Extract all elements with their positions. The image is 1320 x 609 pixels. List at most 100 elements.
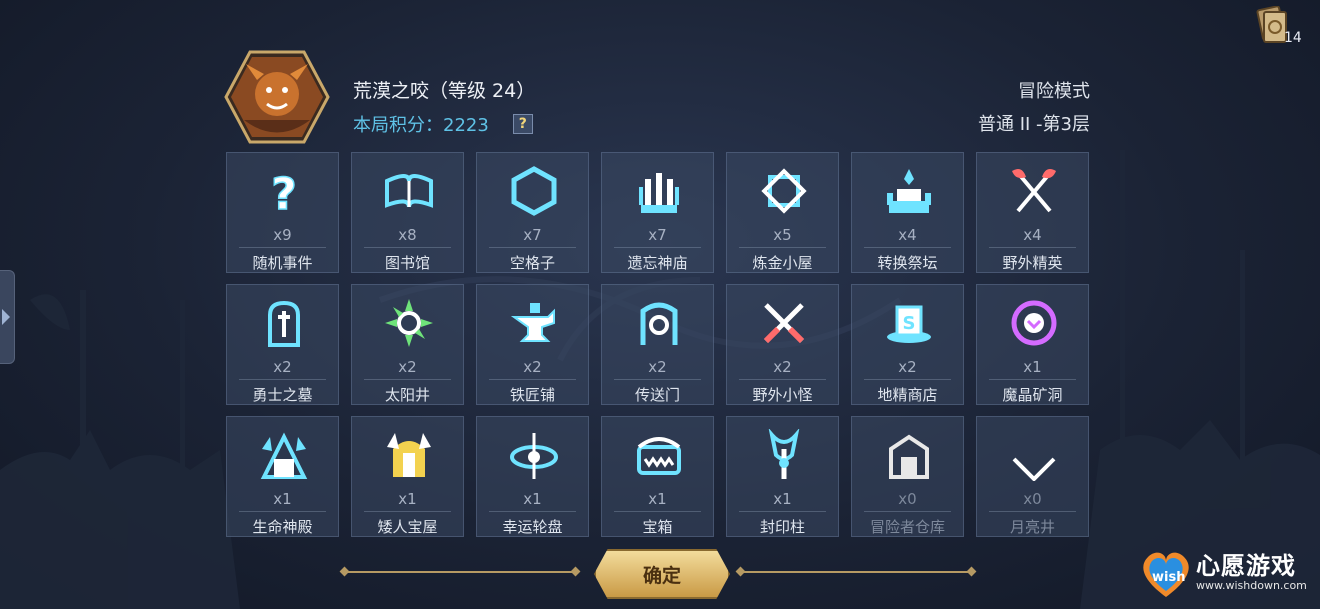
logo-url: www.wishdown.com <box>1196 579 1307 592</box>
tile-count: x0 <box>1023 490 1042 508</box>
tile-label: 太阳井 <box>384 386 430 404</box>
tile-label: 野外小怪 <box>752 386 813 404</box>
chest-icon <box>637 437 681 475</box>
tile-label: 封印柱 <box>759 518 805 536</box>
alchemy-icon <box>761 168 807 214</box>
crossed-axes-icon <box>1012 169 1056 213</box>
hero-name: 荒漠之咬（等级 24） <box>353 80 536 102</box>
tile-label: 地精商店 <box>877 386 938 404</box>
tile-count: x1 <box>398 490 417 508</box>
tile-label: 冒险者仓库 <box>869 518 945 536</box>
game-mode: 冒险模式 <box>1018 81 1090 102</box>
tile-label: 空格子 <box>509 254 555 272</box>
tile-label: 矮人宝屋 <box>377 518 438 536</box>
tile-divider <box>739 379 826 380</box>
tile-label: 野外精英 <box>1002 254 1063 272</box>
tile-divider <box>989 247 1076 248</box>
map-event-tile[interactable]: x8 图书馆 <box>351 152 464 273</box>
map-event-tile[interactable]: x4 野外精英 <box>976 152 1089 273</box>
card-count: 14 <box>1284 30 1302 46</box>
tile-count: x2 <box>773 358 792 376</box>
left-expand-tab[interactable] <box>0 270 15 364</box>
sun-well-icon <box>385 299 433 347</box>
map-event-tile[interactable]: x7 遗忘神庙 <box>601 152 714 273</box>
tile-label: 图书馆 <box>384 254 430 272</box>
map-event-tile[interactable]: x1 幸运轮盘 <box>476 416 589 537</box>
tile-divider <box>614 247 701 248</box>
map-event-tile[interactable]: x2 勇士之墓 <box>226 284 339 405</box>
altar-icon <box>887 169 931 213</box>
seal-pillar-icon <box>768 429 800 479</box>
map-event-tile[interactable]: x1 矮人宝屋 <box>351 416 464 537</box>
map-event-tile[interactable]: ? x9 随机事件 <box>226 152 339 273</box>
svg-text:S: S <box>903 313 916 334</box>
anvil-icon <box>510 303 555 342</box>
tile-divider <box>239 247 326 248</box>
tile-divider <box>614 511 701 512</box>
map-event-tile[interactable]: x1 封印柱 <box>726 416 839 537</box>
tile-divider <box>239 379 326 380</box>
tile-divider <box>364 379 451 380</box>
confirm-button[interactable]: 确定 <box>594 549 730 599</box>
map-event-tile[interactable]: x0 冒险者仓库 <box>851 416 964 537</box>
tile-label: 传送门 <box>634 386 680 404</box>
tile-count: x4 <box>1023 226 1042 244</box>
crossed-swords-icon <box>763 303 805 344</box>
tile-divider <box>614 379 701 380</box>
dwarf-treasure-icon <box>387 433 431 477</box>
life-temple-icon <box>260 432 308 479</box>
shop-icon: S <box>887 305 931 343</box>
map-event-tile[interactable]: x7 空格子 <box>476 152 589 273</box>
tile-label: 月亮井 <box>1009 518 1055 536</box>
crystal-mine-icon <box>1011 300 1057 346</box>
tile-count: x1 <box>1023 358 1042 376</box>
tile-count: x8 <box>398 226 417 244</box>
tile-count: x2 <box>523 358 542 376</box>
tile-count: x7 <box>523 226 542 244</box>
tile-label: 魔晶矿洞 <box>1002 386 1063 404</box>
logo-wish-text: wish <box>1152 570 1186 585</box>
map-event-tile[interactable]: x4 转换祭坛 <box>851 152 964 273</box>
tile-divider <box>864 511 951 512</box>
tile-divider <box>364 247 451 248</box>
tile-label: 转换祭坛 <box>877 254 938 272</box>
map-event-tile[interactable]: x1 魔晶矿洞 <box>976 284 1089 405</box>
map-event-tile[interactable]: Sx2 地精商店 <box>851 284 964 405</box>
tile-divider <box>364 511 451 512</box>
map-event-tile[interactable]: x2 铁匠铺 <box>476 284 589 405</box>
temple-icon <box>639 173 679 213</box>
tile-count: x4 <box>898 226 917 244</box>
book-icon <box>385 174 433 208</box>
tile-count: x2 <box>648 358 667 376</box>
tile-divider <box>739 247 826 248</box>
tile-divider <box>864 247 951 248</box>
score-label: 本局积分：2223 <box>353 115 489 136</box>
svg-text:?: ? <box>271 169 297 217</box>
tile-count: x2 <box>398 358 417 376</box>
warehouse-icon <box>889 434 929 479</box>
tile-label: 幸运轮盘 <box>502 518 563 536</box>
map-event-tile[interactable]: x1 生命神殿 <box>226 416 339 537</box>
map-event-tile[interactable]: x2 太阳井 <box>351 284 464 405</box>
tile-count: x2 <box>273 358 292 376</box>
tile-count: x0 <box>898 490 917 508</box>
help-icon[interactable]: ? <box>512 114 533 134</box>
tomb-icon <box>268 300 300 347</box>
tile-count: x2 <box>898 358 917 376</box>
button-decoration-left <box>344 571 576 573</box>
tile-label: 随机事件 <box>252 254 313 272</box>
map-event-tile[interactable]: x2 野外小怪 <box>726 284 839 405</box>
tile-divider <box>864 379 951 380</box>
tile-divider <box>239 511 326 512</box>
map-event-tile[interactable]: x5 炼金小屋 <box>726 152 839 273</box>
map-event-tile[interactable]: x2 传送门 <box>601 284 714 405</box>
map-event-tile[interactable]: x1 宝箱 <box>601 416 714 537</box>
map-event-tile[interactable]: x0 月亮井 <box>976 416 1089 537</box>
tile-count: x1 <box>273 490 292 508</box>
tile-count: x9 <box>273 226 292 244</box>
tile-label: 遗忘神庙 <box>627 254 688 272</box>
tile-count: x1 <box>648 490 667 508</box>
tile-divider <box>489 379 576 380</box>
tile-count: x1 <box>523 490 542 508</box>
tile-divider <box>739 511 826 512</box>
